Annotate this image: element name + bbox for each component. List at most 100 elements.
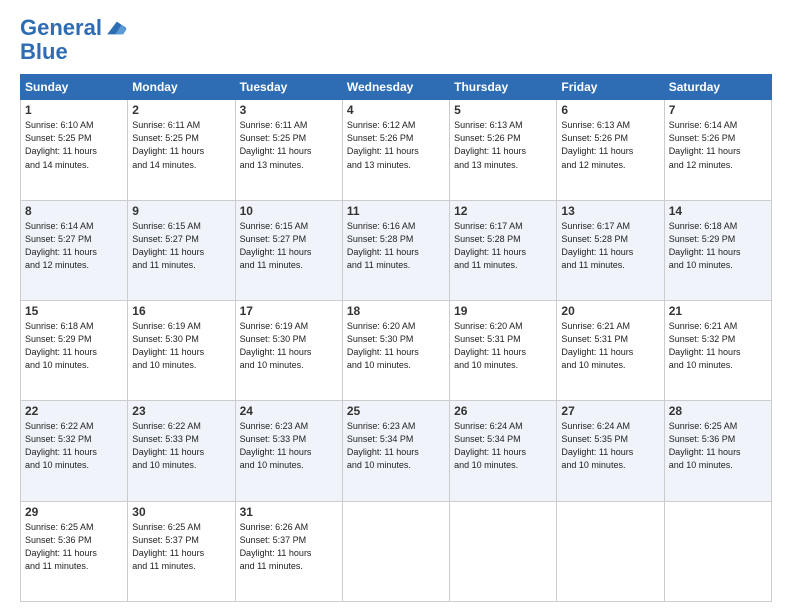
calendar-cell: 17 Sunrise: 6:19 AM Sunset: 5:30 PM Dayli… [235,301,342,401]
calendar-cell: 10 Sunrise: 6:15 AM Sunset: 5:27 PM Dayli… [235,200,342,300]
day-info: Sunrise: 6:18 AM Sunset: 5:29 PM Dayligh… [669,220,767,272]
day-number: 11 [347,204,445,218]
calendar-week-3: 15 Sunrise: 6:18 AM Sunset: 5:29 PM Dayli… [21,301,772,401]
calendar-cell: 27 Sunrise: 6:24 AM Sunset: 5:35 PM Dayli… [557,401,664,501]
day-number: 30 [132,505,230,519]
day-info: Sunrise: 6:25 AM Sunset: 5:36 PM Dayligh… [25,521,123,573]
day-info: Sunrise: 6:11 AM Sunset: 5:25 PM Dayligh… [132,119,230,171]
weekday-header-sunday: Sunday [21,75,128,100]
day-info: Sunrise: 6:11 AM Sunset: 5:25 PM Dayligh… [240,119,338,171]
weekday-header-saturday: Saturday [664,75,771,100]
calendar-cell: 23 Sunrise: 6:22 AM Sunset: 5:33 PM Dayli… [128,401,235,501]
day-info: Sunrise: 6:24 AM Sunset: 5:34 PM Dayligh… [454,420,552,472]
day-number: 8 [25,204,123,218]
calendar-cell: 15 Sunrise: 6:18 AM Sunset: 5:29 PM Dayli… [21,301,128,401]
day-number: 31 [240,505,338,519]
day-info: Sunrise: 6:15 AM Sunset: 5:27 PM Dayligh… [240,220,338,272]
day-info: Sunrise: 6:10 AM Sunset: 5:25 PM Dayligh… [25,119,123,171]
day-info: Sunrise: 6:18 AM Sunset: 5:29 PM Dayligh… [25,320,123,372]
page: General Blue SundayMondayTuesdayWednesda… [0,0,792,612]
day-info: Sunrise: 6:23 AM Sunset: 5:33 PM Dayligh… [240,420,338,472]
header: General Blue [20,16,772,64]
day-info: Sunrise: 6:25 AM Sunset: 5:37 PM Dayligh… [132,521,230,573]
calendar-cell: 13Sunrise: 6:17 AM Sunset: 5:28 PM Dayli… [557,200,664,300]
day-info: Sunrise: 6:26 AM Sunset: 5:37 PM Dayligh… [240,521,338,573]
weekday-header-tuesday: Tuesday [235,75,342,100]
day-number: 17 [240,304,338,318]
calendar-cell: 3 Sunrise: 6:11 AM Sunset: 5:25 PM Daylig… [235,100,342,200]
day-info: Sunrise: 6:19 AM Sunset: 5:30 PM Dayligh… [240,320,338,372]
calendar-cell: 1Sunrise: 6:10 AM Sunset: 5:25 PM Daylig… [21,100,128,200]
weekday-header-row: SundayMondayTuesdayWednesdayThursdayFrid… [21,75,772,100]
calendar-cell [450,501,557,601]
logo-text-blue: Blue [20,40,128,64]
calendar-cell: 4Sunrise: 6:12 AM Sunset: 5:26 PM Daylig… [342,100,449,200]
calendar-cell: 12Sunrise: 6:17 AM Sunset: 5:28 PM Dayli… [450,200,557,300]
calendar-cell: 26 Sunrise: 6:24 AM Sunset: 5:34 PM Dayli… [450,401,557,501]
calendar-cell: 14 Sunrise: 6:18 AM Sunset: 5:29 PM Dayli… [664,200,771,300]
calendar-cell: 19 Sunrise: 6:20 AM Sunset: 5:31 PM Dayli… [450,301,557,401]
day-number: 6 [561,103,659,117]
day-number: 19 [454,304,552,318]
day-number: 3 [240,103,338,117]
calendar-table: SundayMondayTuesdayWednesdayThursdayFrid… [20,74,772,602]
day-info: Sunrise: 6:25 AM Sunset: 5:36 PM Dayligh… [669,420,767,472]
day-info: Sunrise: 6:21 AM Sunset: 5:31 PM Dayligh… [561,320,659,372]
calendar-body: 1Sunrise: 6:10 AM Sunset: 5:25 PM Daylig… [21,100,772,602]
day-number: 23 [132,404,230,418]
day-info: Sunrise: 6:20 AM Sunset: 5:30 PM Dayligh… [347,320,445,372]
calendar-cell: 25 Sunrise: 6:23 AM Sunset: 5:34 PM Dayli… [342,401,449,501]
day-info: Sunrise: 6:20 AM Sunset: 5:31 PM Dayligh… [454,320,552,372]
day-info: Sunrise: 6:24 AM Sunset: 5:35 PM Dayligh… [561,420,659,472]
day-info: Sunrise: 6:14 AM Sunset: 5:27 PM Dayligh… [25,220,123,272]
weekday-header-friday: Friday [557,75,664,100]
day-info: Sunrise: 6:14 AM Sunset: 5:26 PM Dayligh… [669,119,767,171]
calendar-cell [664,501,771,601]
day-info: Sunrise: 6:15 AM Sunset: 5:27 PM Dayligh… [132,220,230,272]
calendar-cell: 24 Sunrise: 6:23 AM Sunset: 5:33 PM Dayli… [235,401,342,501]
day-number: 24 [240,404,338,418]
day-info: Sunrise: 6:23 AM Sunset: 5:34 PM Dayligh… [347,420,445,472]
calendar-cell: 21Sunrise: 6:21 AM Sunset: 5:32 PM Dayli… [664,301,771,401]
day-number: 16 [132,304,230,318]
calendar-cell: 20 Sunrise: 6:21 AM Sunset: 5:31 PM Dayli… [557,301,664,401]
day-number: 26 [454,404,552,418]
day-number: 4 [347,103,445,117]
day-info: Sunrise: 6:13 AM Sunset: 5:26 PM Dayligh… [561,119,659,171]
calendar-cell: 22Sunrise: 6:22 AM Sunset: 5:32 PM Dayli… [21,401,128,501]
weekday-header-monday: Monday [128,75,235,100]
day-number: 9 [132,204,230,218]
calendar-cell: 5 Sunrise: 6:13 AM Sunset: 5:26 PM Daylig… [450,100,557,200]
calendar-cell: 2Sunrise: 6:11 AM Sunset: 5:25 PM Daylig… [128,100,235,200]
calendar-cell: 18Sunrise: 6:20 AM Sunset: 5:30 PM Dayli… [342,301,449,401]
day-number: 29 [25,505,123,519]
calendar-cell [557,501,664,601]
day-number: 14 [669,204,767,218]
day-number: 15 [25,304,123,318]
day-number: 5 [454,103,552,117]
calendar-cell: 16Sunrise: 6:19 AM Sunset: 5:30 PM Dayli… [128,301,235,401]
calendar-week-1: 1Sunrise: 6:10 AM Sunset: 5:25 PM Daylig… [21,100,772,200]
logo: General Blue [20,16,128,64]
day-number: 7 [669,103,767,117]
calendar-cell: 11Sunrise: 6:16 AM Sunset: 5:28 PM Dayli… [342,200,449,300]
day-number: 20 [561,304,659,318]
calendar-cell: 31 Sunrise: 6:26 AM Sunset: 5:37 PM Dayli… [235,501,342,601]
calendar-cell [342,501,449,601]
calendar-week-5: 29 Sunrise: 6:25 AM Sunset: 5:36 PM Dayli… [21,501,772,601]
day-info: Sunrise: 6:13 AM Sunset: 5:26 PM Dayligh… [454,119,552,171]
calendar-cell: 6 Sunrise: 6:13 AM Sunset: 5:26 PM Daylig… [557,100,664,200]
day-number: 10 [240,204,338,218]
calendar-cell: 30 Sunrise: 6:25 AM Sunset: 5:37 PM Dayli… [128,501,235,601]
day-number: 21 [669,304,767,318]
calendar-week-2: 8 Sunrise: 6:14 AM Sunset: 5:27 PM Daylig… [21,200,772,300]
weekday-header-thursday: Thursday [450,75,557,100]
day-info: Sunrise: 6:22 AM Sunset: 5:32 PM Dayligh… [25,420,123,472]
day-info: Sunrise: 6:22 AM Sunset: 5:33 PM Dayligh… [132,420,230,472]
calendar-cell: 7 Sunrise: 6:14 AM Sunset: 5:26 PM Daylig… [664,100,771,200]
day-number: 25 [347,404,445,418]
logo-icon [104,16,128,40]
day-number: 28 [669,404,767,418]
day-number: 27 [561,404,659,418]
weekday-header-wednesday: Wednesday [342,75,449,100]
